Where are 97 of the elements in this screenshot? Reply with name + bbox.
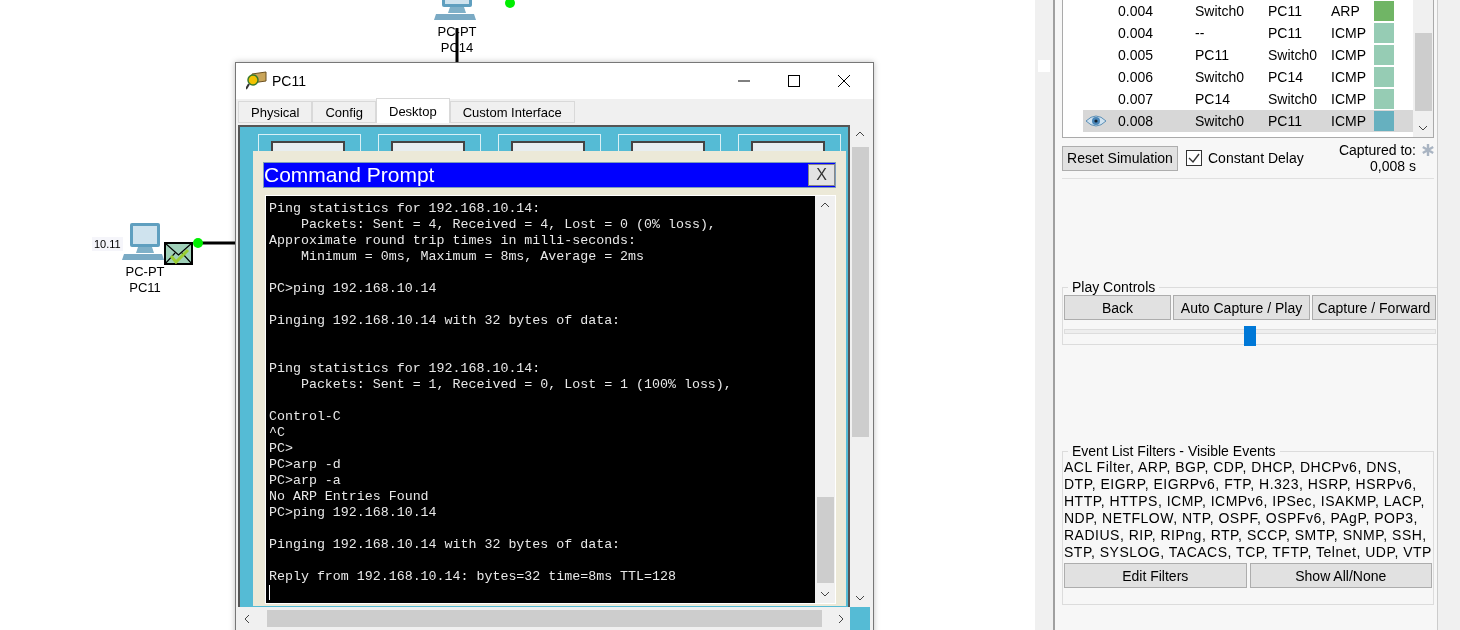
play-button[interactable]: Back	[1064, 295, 1171, 320]
dialog-title: Command Prompt	[264, 163, 435, 187]
checkbox-label: Constant Delay	[1208, 150, 1304, 166]
last-device: Switch0	[1195, 3, 1246, 19]
terminal-line: Reply from 192.168.10.14: bytes=32 time=8ms TTL=128	[269, 569, 676, 585]
terminal-line: Ping statistics for 192.168.10.14:	[269, 201, 541, 217]
terminal-line: PC>arp -a	[269, 473, 341, 489]
tab[interactable]: Desktop	[376, 98, 450, 123]
asterisk-icon	[1422, 144, 1434, 156]
terminal-line: PC>ping 192.168.10.14	[269, 281, 437, 297]
at-device: PC11	[1268, 3, 1303, 19]
last-device: PC14	[1195, 91, 1232, 107]
scroll-up-icon[interactable]	[820, 202, 830, 208]
terminal-line: Minimum = 0ms, Maximum = 8ms, Average = 2ms	[299, 249, 645, 265]
terminal-line: Pinging 192.168.10.14 with 32 bytes of data:	[269, 537, 621, 553]
terminal-line: PC>	[269, 441, 293, 457]
at-device: PC11	[1268, 113, 1303, 129]
tab[interactable]: Physical	[238, 101, 313, 123]
last-device: PC11	[1195, 47, 1230, 63]
event-time: 0.008	[1118, 113, 1155, 129]
close-button[interactable]: X	[808, 164, 835, 186]
scroll-right-icon[interactable]	[838, 613, 844, 624]
scroll-down-icon[interactable]	[1418, 125, 1428, 131]
filter-button[interactable]: Edit Filters	[1064, 563, 1247, 588]
event-time: 0.004	[1118, 3, 1155, 19]
terminal-line: Pinging 192.168.10.14 with 32 bytes of data:	[269, 313, 621, 329]
computer-icon[interactable]	[120, 222, 166, 262]
checkbox[interactable]	[1186, 150, 1202, 166]
slider-thumb[interactable]	[1244, 326, 1256, 346]
last-device: --	[1195, 25, 1206, 41]
scroll-down-icon[interactable]	[820, 591, 830, 597]
event-row[interactable]: 0.006 Switch0 PC14 ICMP	[1083, 66, 1413, 88]
tab[interactable]: Config	[312, 101, 376, 123]
terminal[interactable]	[266, 196, 815, 603]
play-button[interactable]: Capture / Forward	[1312, 295, 1436, 320]
link-port-icon	[193, 238, 203, 248]
captured-value: 0,008 s	[1370, 158, 1416, 174]
scrollbar[interactable]	[815, 196, 835, 603]
reset-simulation-button[interactable]: Reset Simulation	[1062, 145, 1178, 171]
terminal-line: Approximate round trip times in milli-seconds:	[269, 233, 637, 249]
event-type: ICMP	[1331, 113, 1367, 129]
at-device: PC11	[1268, 25, 1303, 41]
play-button[interactable]: Auto Capture / Play	[1173, 295, 1310, 320]
event-row[interactable]: 0.004 -- PC11 ICMP	[1083, 22, 1413, 44]
device-model: PC-PT	[125, 264, 165, 280]
terminal-line: Packets: Sent = 4, Received = 4, Lost = 0 (0% loss),	[299, 217, 716, 233]
event-type: ICMP	[1331, 91, 1367, 107]
event-type: ICMP	[1331, 25, 1367, 41]
at-device: Switch0	[1268, 47, 1319, 63]
terminal-line: No ARP Entries Found	[269, 489, 429, 505]
last-device: Switch0	[1195, 69, 1246, 85]
terminal-line: ^C	[269, 425, 285, 441]
tab[interactable]: Custom Interface	[449, 101, 575, 123]
protocol-list: ACL Filter, ARP, BGP, CDP, DHCP, DHCPv6, DNS, DTP, EIGRP, EIGRPv6, FTP, H.323, HSRP, HSRPv6, HTTP, HTTPS, ICMP, ICMPv6, IPSec, ISAKMP, LACP, NDP, NETFLOW, NTP, OSPF, OSPFv6, PAgP, POP3, RADIUS, RIP, RIPng, RTP, SCCP, SMTP, SNMP, SSH, STP, SYSLOG, TACACS, TCP, TFTP, Telnet, UDP, VTP	[1064, 459, 1432, 561]
event-type: ICMP	[1331, 69, 1367, 85]
address-label: 10.11	[92, 237, 123, 251]
event-row[interactable]: 0.005 PC11 Switch0 ICMP	[1083, 44, 1413, 66]
close-icon[interactable]	[838, 75, 850, 87]
eye-icon	[1085, 114, 1107, 128]
scroll-thumb[interactable]	[266, 610, 822, 627]
terminal-line: Ping statistics for 192.168.10.14:	[269, 361, 541, 377]
device-name: PC11	[129, 280, 161, 296]
scroll-thumb[interactable]	[851, 147, 869, 437]
at-device: PC14	[1268, 69, 1305, 85]
event-row[interactable]: 0.007 PC14 Switch0 ICMP	[1083, 88, 1413, 110]
scrollbar-corner	[850, 607, 870, 630]
last-device: Switch0	[1195, 113, 1246, 129]
terminal-line: Packets: Sent = 1, Received = 0, Lost = 1 (100% loss),	[299, 377, 732, 393]
text-cursor	[269, 585, 270, 600]
event-time: 0.004	[1118, 25, 1155, 41]
event-time: 0.005	[1118, 47, 1155, 63]
window-title: PC11	[272, 73, 306, 89]
group-title: Event List Filters - Visible Events	[1071, 443, 1277, 459]
terminal-line: PC>arp -d	[269, 457, 341, 473]
scrollbar[interactable]	[1035, 0, 1055, 630]
at-device: Switch0	[1268, 91, 1319, 107]
scroll-thumb[interactable]	[816, 497, 834, 583]
scroll-thumb[interactable]	[1414, 33, 1432, 111]
event-time: 0.007	[1118, 91, 1155, 107]
scroll-left-icon[interactable]	[244, 613, 250, 624]
event-type: ARP	[1331, 3, 1361, 19]
maximize-icon[interactable]	[788, 75, 800, 87]
terminal-line: Control-C	[269, 409, 341, 425]
envelope-icon[interactable]	[164, 242, 193, 265]
event-row[interactable]: 0.008 Switch0 PC11 ICMP	[1083, 110, 1413, 132]
link-port-icon	[505, 0, 515, 8]
scrollbar[interactable]	[1413, 0, 1433, 137]
filter-button[interactable]: Show All/None	[1249, 563, 1432, 588]
scroll-down-icon[interactable]	[855, 595, 865, 601]
captured-label: Captured to:	[1338, 142, 1416, 158]
scroll-up-icon[interactable]	[855, 131, 865, 137]
event-row[interactable]: 0.004 Switch0 PC11 ARP	[1083, 0, 1413, 22]
package-icon	[246, 71, 268, 91]
event-type: ICMP	[1331, 47, 1367, 63]
terminal-line: PC>ping 192.168.10.14	[269, 505, 437, 521]
group-title: Play Controls	[1071, 279, 1157, 295]
event-time: 0.006	[1118, 69, 1155, 85]
